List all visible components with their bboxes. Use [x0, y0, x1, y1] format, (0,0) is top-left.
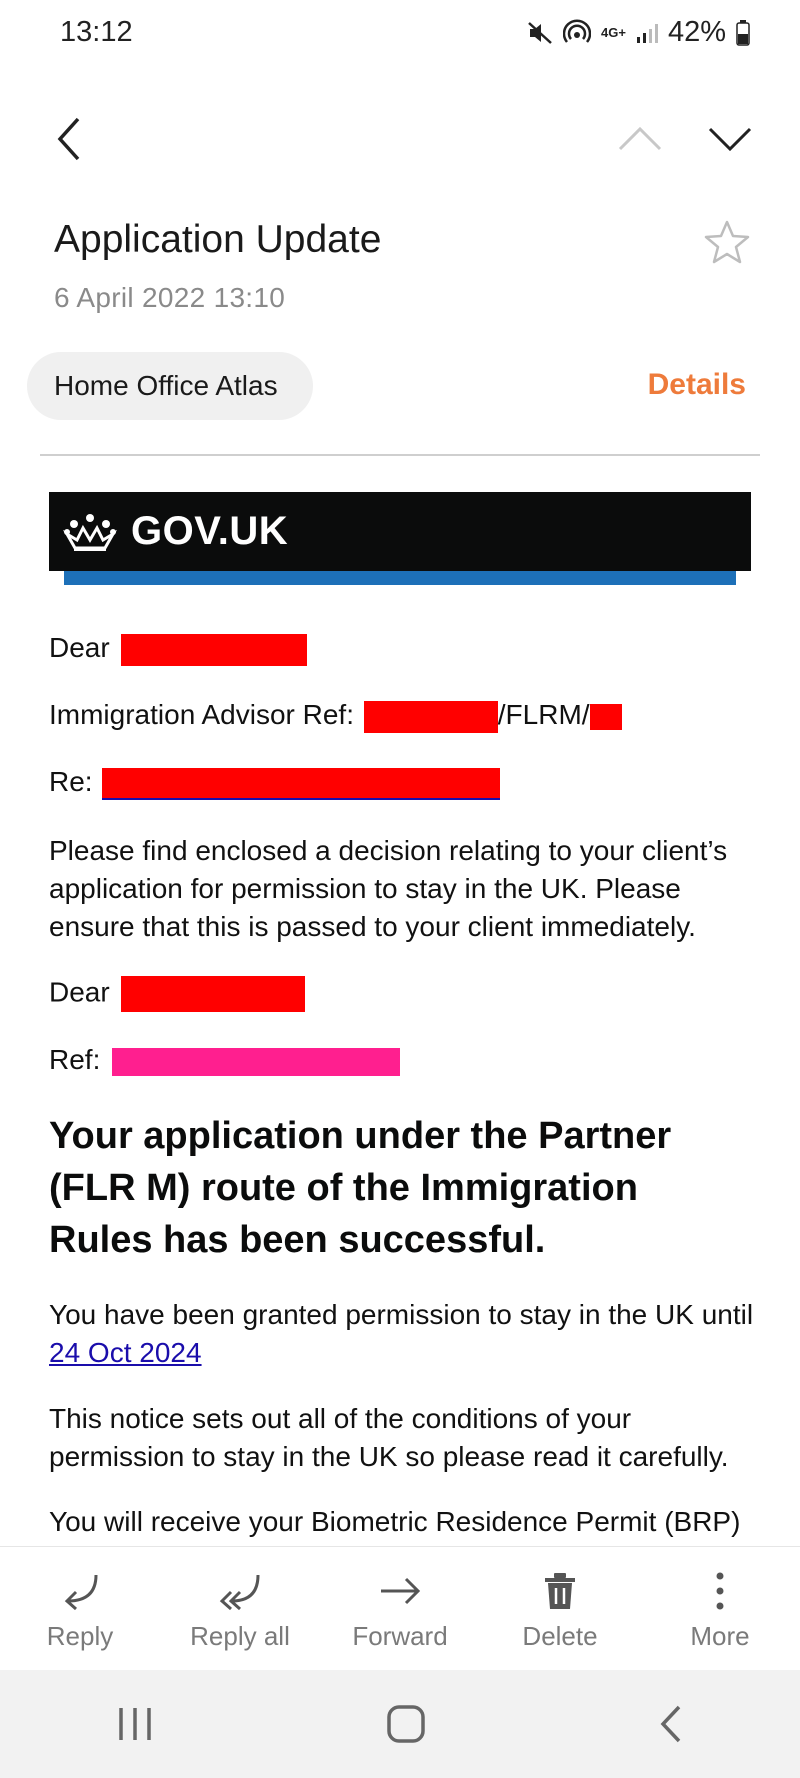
redacted-name-2 — [121, 976, 306, 1012]
redacted-ref — [112, 1047, 401, 1076]
more-vertical-icon — [716, 1572, 724, 1610]
forward-button[interactable]: Forward — [320, 1547, 480, 1671]
gov-uk-logo-text: GOV.UK — [131, 509, 289, 553]
chevron-up-icon — [618, 126, 662, 151]
next-email-button[interactable] — [704, 116, 756, 162]
redacted-advisor-ref-suffix — [589, 703, 622, 730]
system-back-icon[interactable] — [657, 1704, 685, 1744]
home-icon[interactable] — [386, 1704, 426, 1744]
reply-label: Reply — [46, 1621, 114, 1651]
email-subject: Application Update — [54, 218, 382, 261]
sender-chip[interactable]: Home Office Atlas — [27, 352, 313, 420]
reply-all-icon — [219, 1574, 260, 1611]
reply-all-label: Reply all — [190, 1621, 290, 1651]
advisor-ref-code: /FLRM/ — [497, 699, 590, 730]
trash-icon — [545, 1573, 575, 1609]
redacted-reference-link[interactable] — [102, 767, 501, 800]
system-navigation-bar — [0, 1670, 800, 1778]
signal-icon — [636, 23, 658, 43]
recent-apps-icon[interactable] — [115, 1706, 155, 1742]
back-button[interactable] — [44, 112, 94, 166]
delete-button[interactable]: Delete — [480, 1547, 640, 1671]
granted-date-link[interactable]: 24 Oct 2024 — [49, 1337, 202, 1368]
brp-paragraph: You will receive your Biometric Residenc… — [49, 1506, 741, 1537]
more-button[interactable]: More — [640, 1547, 800, 1671]
reply-icon — [64, 1574, 98, 1611]
hotspot-icon — [563, 18, 592, 43]
re-label: Re: — [49, 766, 93, 797]
conditions-paragraph: This notice sets out all of the conditio… — [49, 1403, 729, 1472]
dear-label-2: Dear — [49, 976, 110, 1008]
salutation-line-2: Dear — [49, 976, 306, 1012]
crown-icon — [63, 513, 117, 551]
granted-paragraph: You have been granted permission to stay… — [49, 1296, 759, 1372]
email-action-toolbar: Reply Reply all Forward Delete More — [0, 1546, 800, 1671]
redacted-name — [121, 633, 308, 666]
forward-label: Forward — [352, 1621, 448, 1651]
ref-label: Ref: — [49, 1044, 101, 1075]
advisor-ref-label: Immigration Advisor Ref: — [49, 699, 354, 730]
back-arrow-icon — [57, 117, 80, 161]
star-button[interactable] — [704, 220, 750, 269]
reply-button[interactable]: Reply — [0, 1547, 160, 1671]
reply-all-button[interactable]: Reply all — [160, 1547, 320, 1671]
intro-paragraph: Please find enclosed a decision relating… — [49, 835, 728, 942]
salutation-line: Dear — [49, 632, 308, 666]
advisor-ref-line: Immigration Advisor Ref: /FLRM/ — [49, 699, 622, 733]
re-line: Re: — [49, 766, 501, 800]
granted-text: You have been granted permission to stay… — [49, 1299, 754, 1330]
status-icons: 4G+ 42% — [527, 16, 750, 49]
ref-line: Ref: — [49, 1044, 401, 1076]
header-divider — [40, 454, 760, 456]
details-link[interactable]: Details — [648, 368, 746, 402]
mute-icon — [528, 21, 552, 44]
chevron-down-icon — [708, 127, 752, 152]
delete-label: Delete — [522, 1621, 598, 1651]
decision-heading: Your application under the Partner (FLR … — [49, 1115, 672, 1261]
redacted-advisor-ref — [363, 700, 498, 733]
network-icon: 4G+ — [601, 24, 626, 40]
dear-label: Dear — [49, 632, 110, 663]
previous-email-button[interactable] — [614, 116, 666, 162]
gov-uk-banner: GOV.UK — [49, 492, 751, 571]
battery-icon — [736, 19, 750, 46]
more-label: More — [690, 1621, 750, 1651]
star-icon — [704, 220, 750, 264]
forward-arrow-icon — [381, 1577, 421, 1605]
gov-uk-stripe — [64, 571, 736, 585]
battery-percent: 42% — [667, 16, 726, 48]
email-date: 6 April 2022 13:10 — [54, 282, 286, 313]
status-time: 13:12 — [60, 16, 133, 48]
